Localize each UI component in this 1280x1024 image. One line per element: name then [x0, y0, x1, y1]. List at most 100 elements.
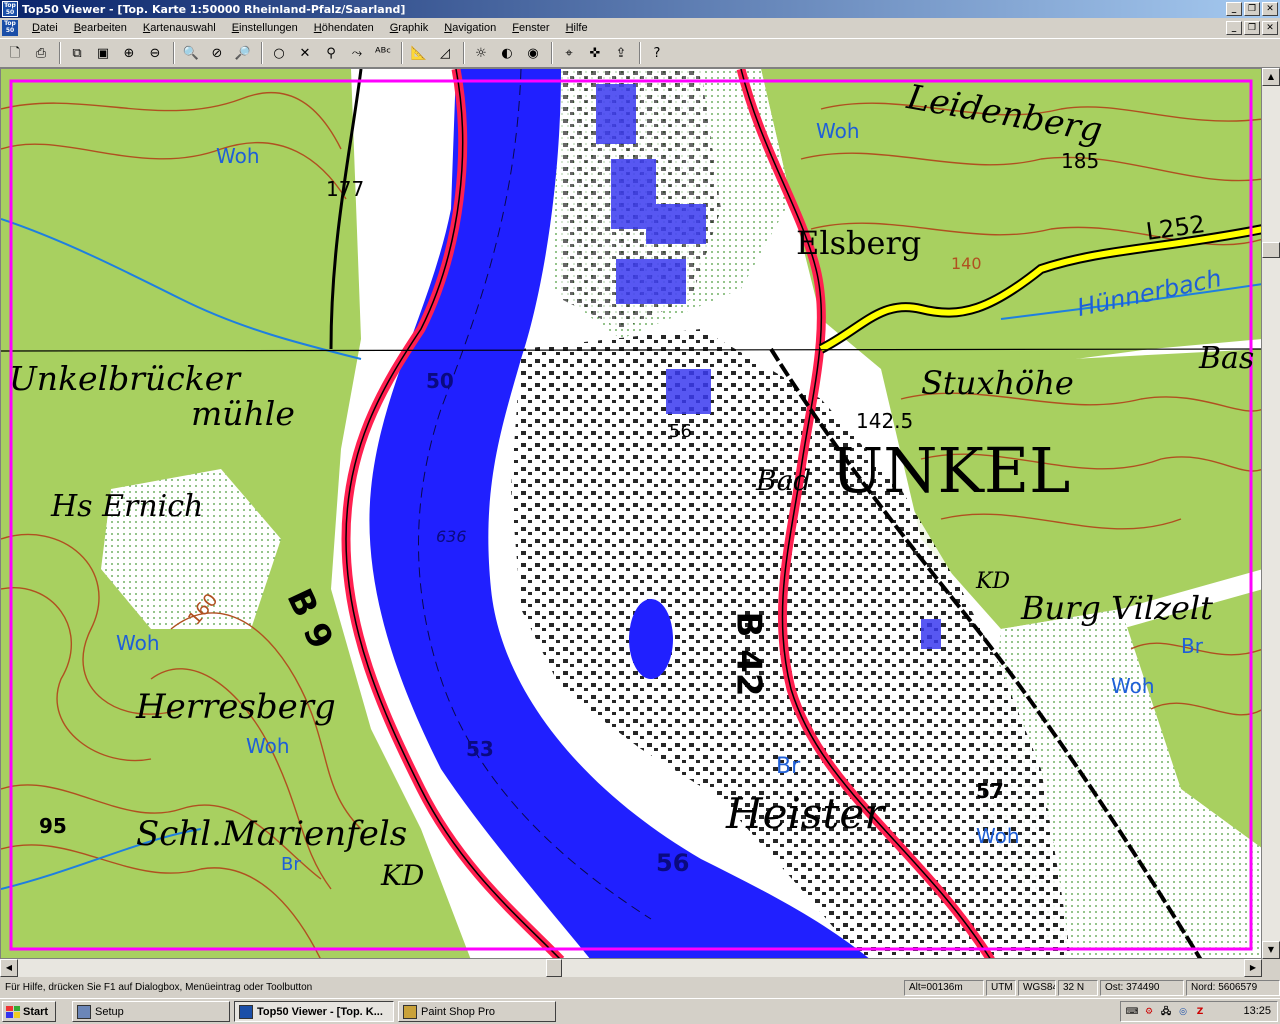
monitor-tray-icon[interactable]: ◎ — [1176, 1005, 1190, 1019]
gps-button[interactable]: ⌖ — [558, 42, 580, 64]
close-button[interactable]: ✕ — [1262, 2, 1278, 16]
vertical-scrollbar[interactable]: ▲ ▼ — [1262, 68, 1280, 959]
menu-datei[interactable]: Datei — [24, 22, 66, 34]
label-height-95: 95 — [39, 814, 67, 838]
horizontal-scrollbar[interactable]: ◀ ▶ — [0, 959, 1262, 977]
color-button[interactable]: ◉ — [522, 42, 544, 64]
menu-einstellungen[interactable]: Einstellungen — [224, 22, 306, 34]
restore-button[interactable]: ❐ — [1244, 2, 1260, 16]
zoom-out-icon: 🔎 — [234, 45, 252, 61]
label-river-km: 636 — [436, 527, 467, 546]
status-northing: Nord: 5606579 — [1186, 980, 1280, 996]
label-woh-1: Woh — [216, 144, 260, 168]
doc-minimize-button[interactable]: _ — [1226, 21, 1242, 35]
status-help-text: Für Hilfe, drücken Sie F1 auf Dialogbox,… — [5, 982, 313, 993]
new-doc-button[interactable]: 🗋 — [4, 42, 26, 64]
label-burg-vilzelt: Burg Vilzelt — [1021, 589, 1213, 627]
label-schl-marienfels: Schl.Marienfels — [136, 814, 408, 854]
waypoint-icon: ○ — [273, 45, 285, 61]
zoom-detail-button[interactable]: ⊖ — [144, 42, 166, 64]
scroll-right-arrow-icon[interactable]: ▶ — [1244, 959, 1262, 977]
print-button[interactable]: ⎙ — [30, 42, 52, 64]
route-label-icon: ᴬᴮᶜ — [374, 45, 392, 61]
route-edit-button[interactable]: ⤳ — [346, 42, 368, 64]
label-woh-3: Woh — [116, 631, 160, 655]
menu-hoehendaten[interactable]: Höhendaten — [306, 22, 382, 34]
paint-shop-pro-icon — [403, 1004, 417, 1019]
scroll-left-arrow-icon[interactable]: ◀ — [0, 959, 18, 977]
map-view[interactable]: Leidenberg Elsberg Unkelbrücker mühle St… — [0, 68, 1262, 959]
setup-app-icon — [77, 1004, 91, 1019]
label-height-53: 53 — [466, 737, 494, 761]
taskbar-item-label: Top50 Viewer - [Top. K... — [257, 1005, 383, 1018]
clock: 13:25 — [1243, 1005, 1271, 1017]
network-tray-icon[interactable]: 🖧 — [1159, 1005, 1173, 1019]
label-br-1: Br — [776, 754, 801, 779]
zoom-overview-icon: ⊕ — [123, 45, 135, 61]
start-button[interactable]: Start — [2, 1001, 56, 1022]
brightness-button[interactable]: ☼ — [470, 42, 492, 64]
route-icon: ⚲ — [326, 45, 336, 61]
settings-tray-icon[interactable]: ⚙ — [1142, 1005, 1156, 1019]
doc-restore-button[interactable]: ❐ — [1244, 21, 1260, 35]
contrast-button[interactable]: ◐ — [496, 42, 518, 64]
label-height-50: 50 — [426, 369, 454, 393]
zoom-out-button[interactable]: 🔎 — [232, 42, 254, 64]
measure-area-button[interactable]: ◿ — [434, 42, 456, 64]
label-kd-2: KD — [976, 569, 1011, 594]
keyboard-tray-icon[interactable]: ⌨ — [1125, 1005, 1139, 1019]
menu-navigation[interactable]: Navigation — [436, 22, 504, 34]
delete-waypoint-button[interactable]: ✕ — [294, 42, 316, 64]
label-height-56-river: 56 — [656, 849, 690, 877]
zoom-cancel-button[interactable]: ⊘ — [206, 42, 228, 64]
taskbar-item-label: Setup — [95, 1005, 124, 1018]
new-doc-icon: 🗋 — [9, 45, 21, 61]
copy-map-button[interactable]: ⧉ — [66, 42, 88, 64]
start-label: Start — [23, 1005, 49, 1018]
zoom-detail-icon: ⊖ — [149, 45, 161, 61]
measure-button[interactable]: 📐 — [408, 42, 430, 64]
paste-map-icon: ▣ — [96, 45, 110, 61]
menu-fenster[interactable]: Fenster — [504, 22, 557, 34]
taskbar-item-top50-viewer[interactable]: Top50 Viewer - [Top. K... — [234, 1001, 394, 1022]
label-woh-6: Woh — [976, 824, 1020, 848]
zoom-cancel-icon: ⊘ — [211, 45, 223, 61]
gps-track-button[interactable]: ✜ — [584, 42, 606, 64]
menu-bearbeiten[interactable]: Bearbeiten — [66, 22, 135, 34]
scroll-up-arrow-icon[interactable]: ▲ — [1262, 68, 1280, 86]
doc-close-button[interactable]: ✕ — [1262, 21, 1278, 35]
route-button[interactable]: ⚲ — [320, 42, 342, 64]
toolbar-separator — [173, 42, 175, 64]
document-icon[interactable]: Top 50 — [2, 20, 18, 36]
label-br-2: Br — [1181, 634, 1203, 658]
route-edit-icon: ⤳ — [351, 45, 363, 61]
gps-send-button[interactable]: ⇪ — [610, 42, 632, 64]
contrast-icon: ◐ — [501, 45, 513, 61]
zonealarm-tray-icon[interactable]: Z — [1193, 1005, 1207, 1019]
waypoint-button[interactable]: ○ — [268, 42, 290, 64]
label-muehle: mühle — [191, 394, 295, 433]
menu-kartenauswahl[interactable]: Kartenauswahl — [135, 22, 224, 34]
brightness-icon: ☼ — [475, 45, 487, 61]
menu-hilfe[interactable]: Hilfe — [558, 22, 596, 34]
label-br-3: Br — [281, 854, 301, 875]
status-bar: Für Hilfe, drücken Sie F1 auf Dialogbox,… — [0, 978, 1280, 998]
label-unkelbruecker: Unkelbrücker — [9, 359, 241, 398]
horizontal-scroll-thumb[interactable] — [546, 959, 562, 977]
route-label-button[interactable]: ᴬᴮᶜ — [372, 42, 394, 64]
status-zone: 32 N — [1058, 980, 1098, 996]
toolbar-separator — [59, 42, 61, 64]
toolbar: 🗋 ⎙ ⧉ ▣ ⊕ ⊖ 🔍 ⊘ 🔎 ○ ✕ ⚲ ⤳ ᴬᴮᶜ 📐 ◿ ☼ ◐ ◉ ⌖ ✜ ⇪? — [0, 38, 1280, 68]
menu-graphik[interactable]: Graphik — [382, 22, 437, 34]
paste-map-button[interactable]: ▣ — [92, 42, 114, 64]
context-help-button[interactable]: ? — [646, 42, 668, 64]
zoom-overview-button[interactable]: ⊕ — [118, 42, 140, 64]
minimize-button[interactable]: _ — [1226, 2, 1242, 16]
zoom-in-button[interactable]: 🔍 — [180, 42, 202, 64]
color-icon: ◉ — [527, 45, 539, 61]
taskbar-item-setup[interactable]: Setup — [72, 1001, 230, 1022]
scroll-down-arrow-icon[interactable]: ▼ — [1262, 941, 1280, 959]
vertical-scroll-thumb[interactable] — [1262, 242, 1280, 258]
scrollbar-corner — [1262, 959, 1280, 977]
taskbar-item-paint-shop-pro[interactable]: Paint Shop Pro — [398, 1001, 556, 1022]
